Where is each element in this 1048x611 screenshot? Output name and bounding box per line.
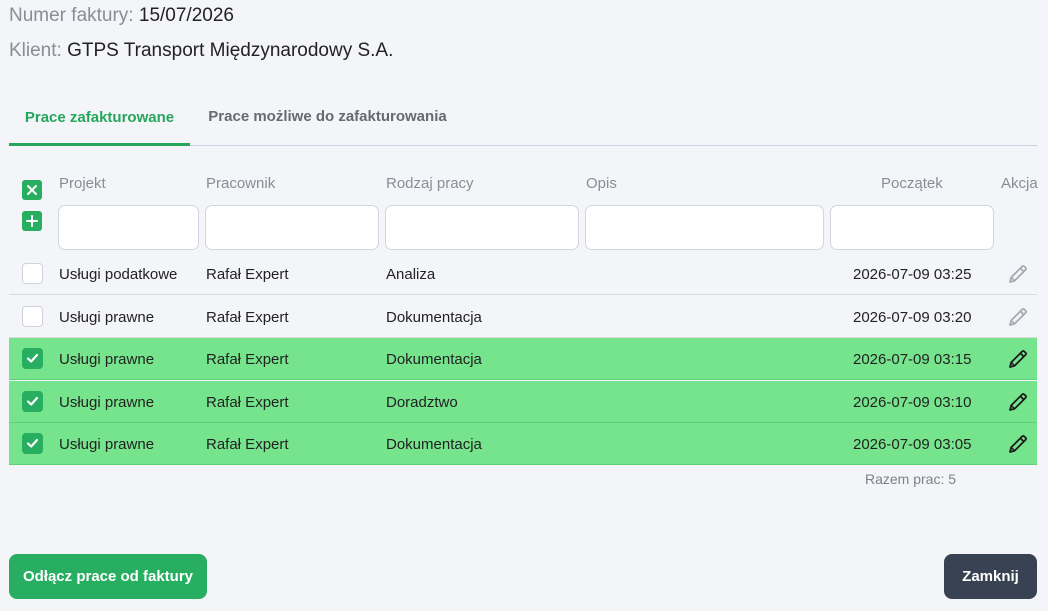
edit-button[interactable] bbox=[1007, 433, 1029, 455]
cell-start: 2026-07-09 03:05 bbox=[853, 435, 972, 453]
cell-start: 2026-07-09 03:15 bbox=[853, 350, 972, 368]
column-header-start[interactable]: Początek bbox=[881, 175, 943, 192]
works-total: Razem prac: 5 bbox=[865, 471, 957, 487]
filter-description-input[interactable] bbox=[585, 205, 824, 250]
table-row[interactable]: Usługi prawne Rafał Expert Dokumentacja 202… bbox=[9, 423, 1037, 465]
cell-project: Usługi prawne bbox=[59, 350, 155, 368]
row-checkbox[interactable] bbox=[22, 348, 43, 369]
cell-work-type: Dokumentacja bbox=[386, 308, 482, 326]
filter-project-input[interactable] bbox=[58, 205, 199, 250]
close-button[interactable]: Zamknij bbox=[944, 554, 1037, 599]
cell-project: Usługi prawne bbox=[59, 393, 155, 411]
column-header-action: Akcja bbox=[1001, 175, 1038, 192]
invoice-number-value: 15/07/2026 bbox=[138, 5, 234, 26]
cell-employee: Rafał Expert bbox=[206, 308, 289, 326]
cell-work-type: Doradztwo bbox=[386, 393, 458, 411]
edit-button[interactable] bbox=[1007, 263, 1029, 285]
row-checkbox[interactable] bbox=[22, 433, 43, 454]
cell-work-type: Dokumentacja bbox=[386, 435, 482, 453]
cell-project: Usługi prawne bbox=[59, 308, 155, 326]
detach-works-button[interactable]: Odłącz prace od faktury bbox=[9, 554, 207, 599]
cell-employee: Rafał Expert bbox=[206, 393, 289, 411]
cell-employee: Rafał Expert bbox=[206, 435, 289, 453]
client-name: GTPS Transport Międzynarodowy S.A. bbox=[67, 40, 394, 61]
row-checkbox[interactable] bbox=[22, 263, 43, 284]
column-header-project[interactable]: Projekt bbox=[59, 175, 106, 192]
table-row[interactable]: Usługi prawne Rafał Expert Dokumentacja 202… bbox=[9, 296, 1037, 338]
cell-work-type: Analiza bbox=[386, 265, 436, 283]
cell-employee: Rafał Expert bbox=[206, 265, 289, 283]
column-header-employee[interactable]: Pracownik bbox=[206, 175, 275, 192]
cell-project: Usługi prawne bbox=[59, 435, 155, 453]
table-row[interactable]: Usługi prawne Rafał Expert Doradztwo 2026-0… bbox=[9, 381, 1037, 423]
cell-employee: Rafał Expert bbox=[206, 350, 289, 368]
check-icon bbox=[26, 438, 39, 448]
cell-work-type: Dokumentacja bbox=[386, 350, 482, 368]
pencil-icon bbox=[1009, 393, 1027, 411]
filter-start-input[interactable] bbox=[830, 205, 994, 250]
edit-button[interactable] bbox=[1007, 348, 1029, 370]
plus-icon bbox=[26, 215, 38, 227]
close-icon bbox=[27, 185, 37, 195]
column-header-description[interactable]: Opis bbox=[586, 175, 617, 192]
cell-project: Usługi podatkowe bbox=[59, 265, 178, 283]
invoice-number-line: Numer faktury: 15/07/2026 bbox=[9, 5, 234, 27]
cell-start: 2026-07-09 03:10 bbox=[853, 393, 972, 411]
pencil-icon bbox=[1009, 350, 1027, 368]
check-icon bbox=[26, 353, 39, 363]
cell-start: 2026-07-09 03:25 bbox=[853, 265, 972, 283]
pencil-icon bbox=[1009, 308, 1027, 326]
column-header-work-type[interactable]: Rodzaj pracy bbox=[386, 175, 474, 192]
row-checkbox[interactable] bbox=[22, 306, 43, 327]
table-row[interactable]: Usługi podatkowe Rafał Expert Analiza 2026-… bbox=[9, 253, 1037, 295]
tab-invoiced-works[interactable]: Prace zafakturowane bbox=[9, 88, 190, 146]
edit-button[interactable] bbox=[1007, 391, 1029, 413]
filter-employee-input[interactable] bbox=[205, 205, 379, 250]
tab-bar: Prace zafakturowane Prace możliwe do zaf… bbox=[9, 88, 1037, 146]
client-label: Klient: bbox=[9, 40, 62, 61]
check-icon bbox=[26, 396, 39, 406]
cell-start: 2026-07-09 03:20 bbox=[853, 308, 972, 326]
tab-available-works[interactable]: Prace możliwe do zafakturowania bbox=[205, 88, 450, 145]
row-checkbox[interactable] bbox=[22, 391, 43, 412]
clear-filters-button[interactable] bbox=[22, 180, 42, 200]
pencil-icon bbox=[1009, 435, 1027, 453]
client-line: Klient: GTPS Transport Międzynarodowy S.… bbox=[9, 40, 393, 62]
invoice-number-label: Numer faktury: bbox=[9, 5, 134, 26]
edit-button[interactable] bbox=[1007, 306, 1029, 328]
add-button[interactable] bbox=[22, 211, 42, 231]
pencil-icon bbox=[1009, 265, 1027, 283]
filter-work-type-input[interactable] bbox=[385, 205, 579, 250]
table-row[interactable]: Usługi prawne Rafał Expert Dokumentacja 202… bbox=[9, 338, 1037, 380]
